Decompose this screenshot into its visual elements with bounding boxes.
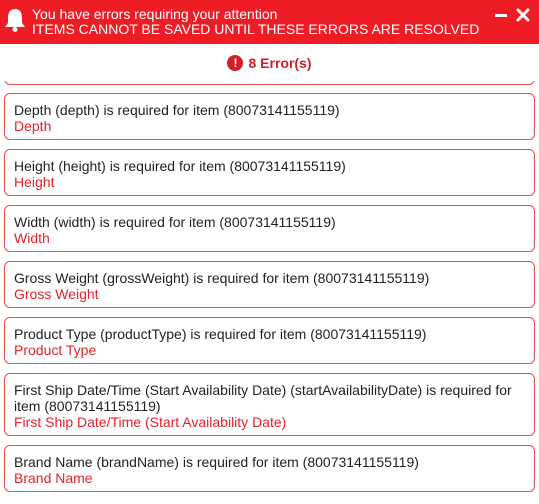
error-field-link[interactable]: First Ship Date/Time (Start Availability…	[14, 414, 525, 430]
alert-icon: !	[227, 54, 244, 71]
error-card: First Ship Date/Time (Start Availability…	[4, 373, 535, 436]
error-banner: You have errors requiring your attention…	[0, 0, 539, 44]
error-field-link[interactable]: Depth	[14, 118, 525, 134]
error-count-label: 8 Error(s)	[248, 54, 312, 71]
banner-controls	[493, 7, 531, 23]
error-message: Brand Name (brandName) is required for i…	[14, 454, 419, 470]
error-card: Product Type (productType) is required f…	[4, 317, 535, 364]
banner-message: You have errors requiring your attention…	[32, 7, 479, 37]
error-message: Depth (depth) is required for item (8007…	[14, 102, 340, 118]
error-message: First Ship Date/Time (Start Availability…	[14, 382, 512, 414]
minimize-icon[interactable]	[493, 7, 509, 23]
error-message: Gross Weight (grossWeight) is required f…	[14, 270, 430, 286]
error-field-link[interactable]: Product Type	[14, 342, 525, 358]
error-field-link[interactable]: Height	[14, 174, 525, 190]
close-icon[interactable]	[515, 7, 531, 23]
error-field-link[interactable]: Brand Name	[14, 470, 525, 486]
error-field-link[interactable]: Gross Weight	[14, 286, 525, 302]
bell-icon	[3, 7, 27, 33]
error-message: Height (height) is required for item (80…	[14, 158, 346, 174]
error-message: Width (width) is required for item (8007…	[14, 214, 336, 230]
banner-subtitle: ITEMS CANNOT BE SAVED UNTIL THESE ERRORS…	[32, 21, 480, 37]
error-field-link[interactable]: Width	[14, 230, 525, 246]
banner-title: You have errors requiring your attention	[32, 6, 278, 22]
error-card: Gross Weight (grossWeight) is required f…	[4, 261, 535, 308]
error-count: ! 8 Error(s)	[0, 44, 539, 81]
error-card: Width (width) is required for item (8007…	[4, 205, 535, 252]
error-list[interactable]: Depth (depth) is required for item (8007…	[0, 81, 539, 504]
error-card: Height (height) is required for item (80…	[4, 149, 535, 196]
error-card: Brand Name (brandName) is required for i…	[4, 445, 535, 492]
error-card-partial	[4, 81, 535, 85]
error-card: Depth (depth) is required for item (8007…	[4, 93, 535, 140]
error-message: Product Type (productType) is required f…	[14, 326, 427, 342]
